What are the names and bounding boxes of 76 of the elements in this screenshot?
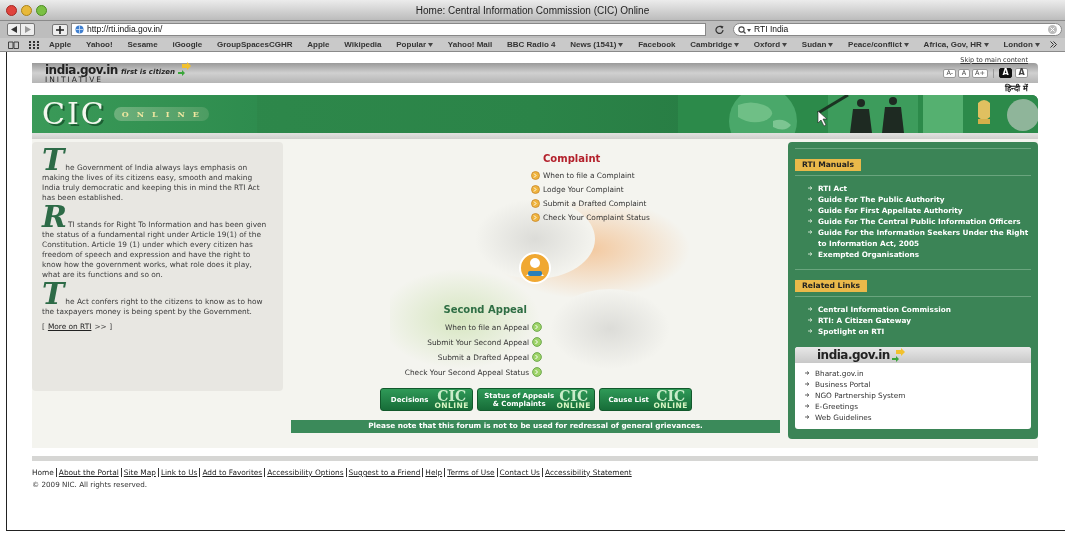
arrow-circle-icon xyxy=(532,352,542,362)
bookmark-link[interactable]: Yahoo! xyxy=(86,38,113,51)
section-heading: Complaint xyxy=(543,153,602,165)
globe-icon xyxy=(75,25,84,34)
bookmark-link[interactable]: Sudan xyxy=(801,38,834,51)
bookmark-link[interactable]: Facebook xyxy=(638,38,676,51)
bookmark-link[interactable]: Wikipedia xyxy=(344,38,382,51)
bullet-icon xyxy=(808,186,813,190)
arrow-circle-icon xyxy=(532,367,542,377)
arrows-icon xyxy=(177,62,192,76)
book-icon[interactable] xyxy=(8,40,19,49)
banner-logo-text: CIC xyxy=(42,99,106,129)
close-icon[interactable] xyxy=(6,4,17,16)
bookmark-link[interactable]: iGoogle xyxy=(172,38,203,51)
bookmark-link[interactable]: Yahoo! Mail xyxy=(447,38,493,51)
bullet-icon xyxy=(805,371,810,375)
bookmark-link[interactable]: Oxford xyxy=(753,38,788,51)
arrows-icon xyxy=(891,348,906,362)
grid-icon[interactable] xyxy=(29,40,39,49)
caret-icon xyxy=(734,42,740,47)
contrast-button[interactable]: A xyxy=(999,68,1012,78)
language-link[interactable]: हिन्दी में xyxy=(1005,83,1028,95)
zoom-icon[interactable] xyxy=(36,4,47,16)
bookmark-link[interactable]: London xyxy=(1003,38,1040,51)
arrow-circle-icon xyxy=(531,213,540,222)
bookmark-link[interactable]: Cambridge xyxy=(690,38,740,51)
caret-icon xyxy=(618,42,624,47)
section-heading: Second Appeal xyxy=(443,304,527,316)
back-button[interactable] xyxy=(8,24,21,35)
arrow-circle-icon xyxy=(531,171,540,180)
add-bookmark-button[interactable] xyxy=(52,23,68,36)
badge-icon xyxy=(519,252,551,284)
search-icon xyxy=(738,25,751,34)
forward-icon xyxy=(24,26,31,33)
bookmark-link[interactable]: Peace/conflict xyxy=(848,38,909,51)
reload-icon[interactable] xyxy=(715,25,724,34)
chevron-icon[interactable] xyxy=(1050,41,1057,48)
bookmark-link[interactable]: Apple xyxy=(307,38,330,51)
caret-icon xyxy=(782,42,788,47)
caret-icon xyxy=(983,42,989,47)
bookmark-link[interactable]: Sesame xyxy=(127,38,158,51)
plus-icon xyxy=(56,25,64,34)
arrow-circle-icon xyxy=(532,337,542,347)
portal-logo-text[interactable]: india.gov.in xyxy=(45,65,118,76)
minimize-icon[interactable] xyxy=(21,4,32,16)
bullet-icon xyxy=(808,208,813,212)
caret-icon xyxy=(1034,42,1040,47)
bullet-icon xyxy=(808,219,813,223)
banner-subtitle: ONLINE xyxy=(113,107,209,121)
arrow-circle-icon xyxy=(531,185,540,194)
caret-icon xyxy=(903,42,909,47)
caret-icon xyxy=(428,42,434,47)
bullet-icon xyxy=(808,252,813,256)
bullet-icon xyxy=(805,393,810,397)
contrast-button[interactable]: A xyxy=(1015,68,1028,78)
bullet-icon xyxy=(808,318,813,322)
arrow-circle-icon xyxy=(531,199,540,208)
arrow-circle-icon xyxy=(532,322,542,332)
bullet-icon xyxy=(808,329,813,333)
bookmark-link[interactable]: Popular xyxy=(396,38,434,51)
bullet-icon xyxy=(808,230,813,234)
bookmark-link[interactable]: Apple xyxy=(49,38,72,51)
bullet-icon xyxy=(805,415,810,419)
bookmark-link[interactable]: BBC Radio 4 xyxy=(507,38,556,51)
bookmark-link[interactable]: GroupSpacesCGHR xyxy=(216,38,293,51)
window-title: Home: Central Information Commission (CIC) Online xyxy=(414,3,651,18)
bookmark-link[interactable]: Africa, Gov, HR xyxy=(923,38,989,51)
bullet-icon xyxy=(805,404,810,408)
bookmark-link[interactable]: News (1541) xyxy=(570,38,624,51)
bullet-icon xyxy=(808,197,813,201)
search-field[interactable]: RTI India xyxy=(733,23,1062,36)
address-field[interactable]: http://rti.india.gov.in/ xyxy=(71,23,706,36)
back-icon xyxy=(11,26,17,33)
bullet-icon xyxy=(808,307,813,311)
bullet-icon xyxy=(805,382,810,386)
caret-icon xyxy=(828,42,834,47)
